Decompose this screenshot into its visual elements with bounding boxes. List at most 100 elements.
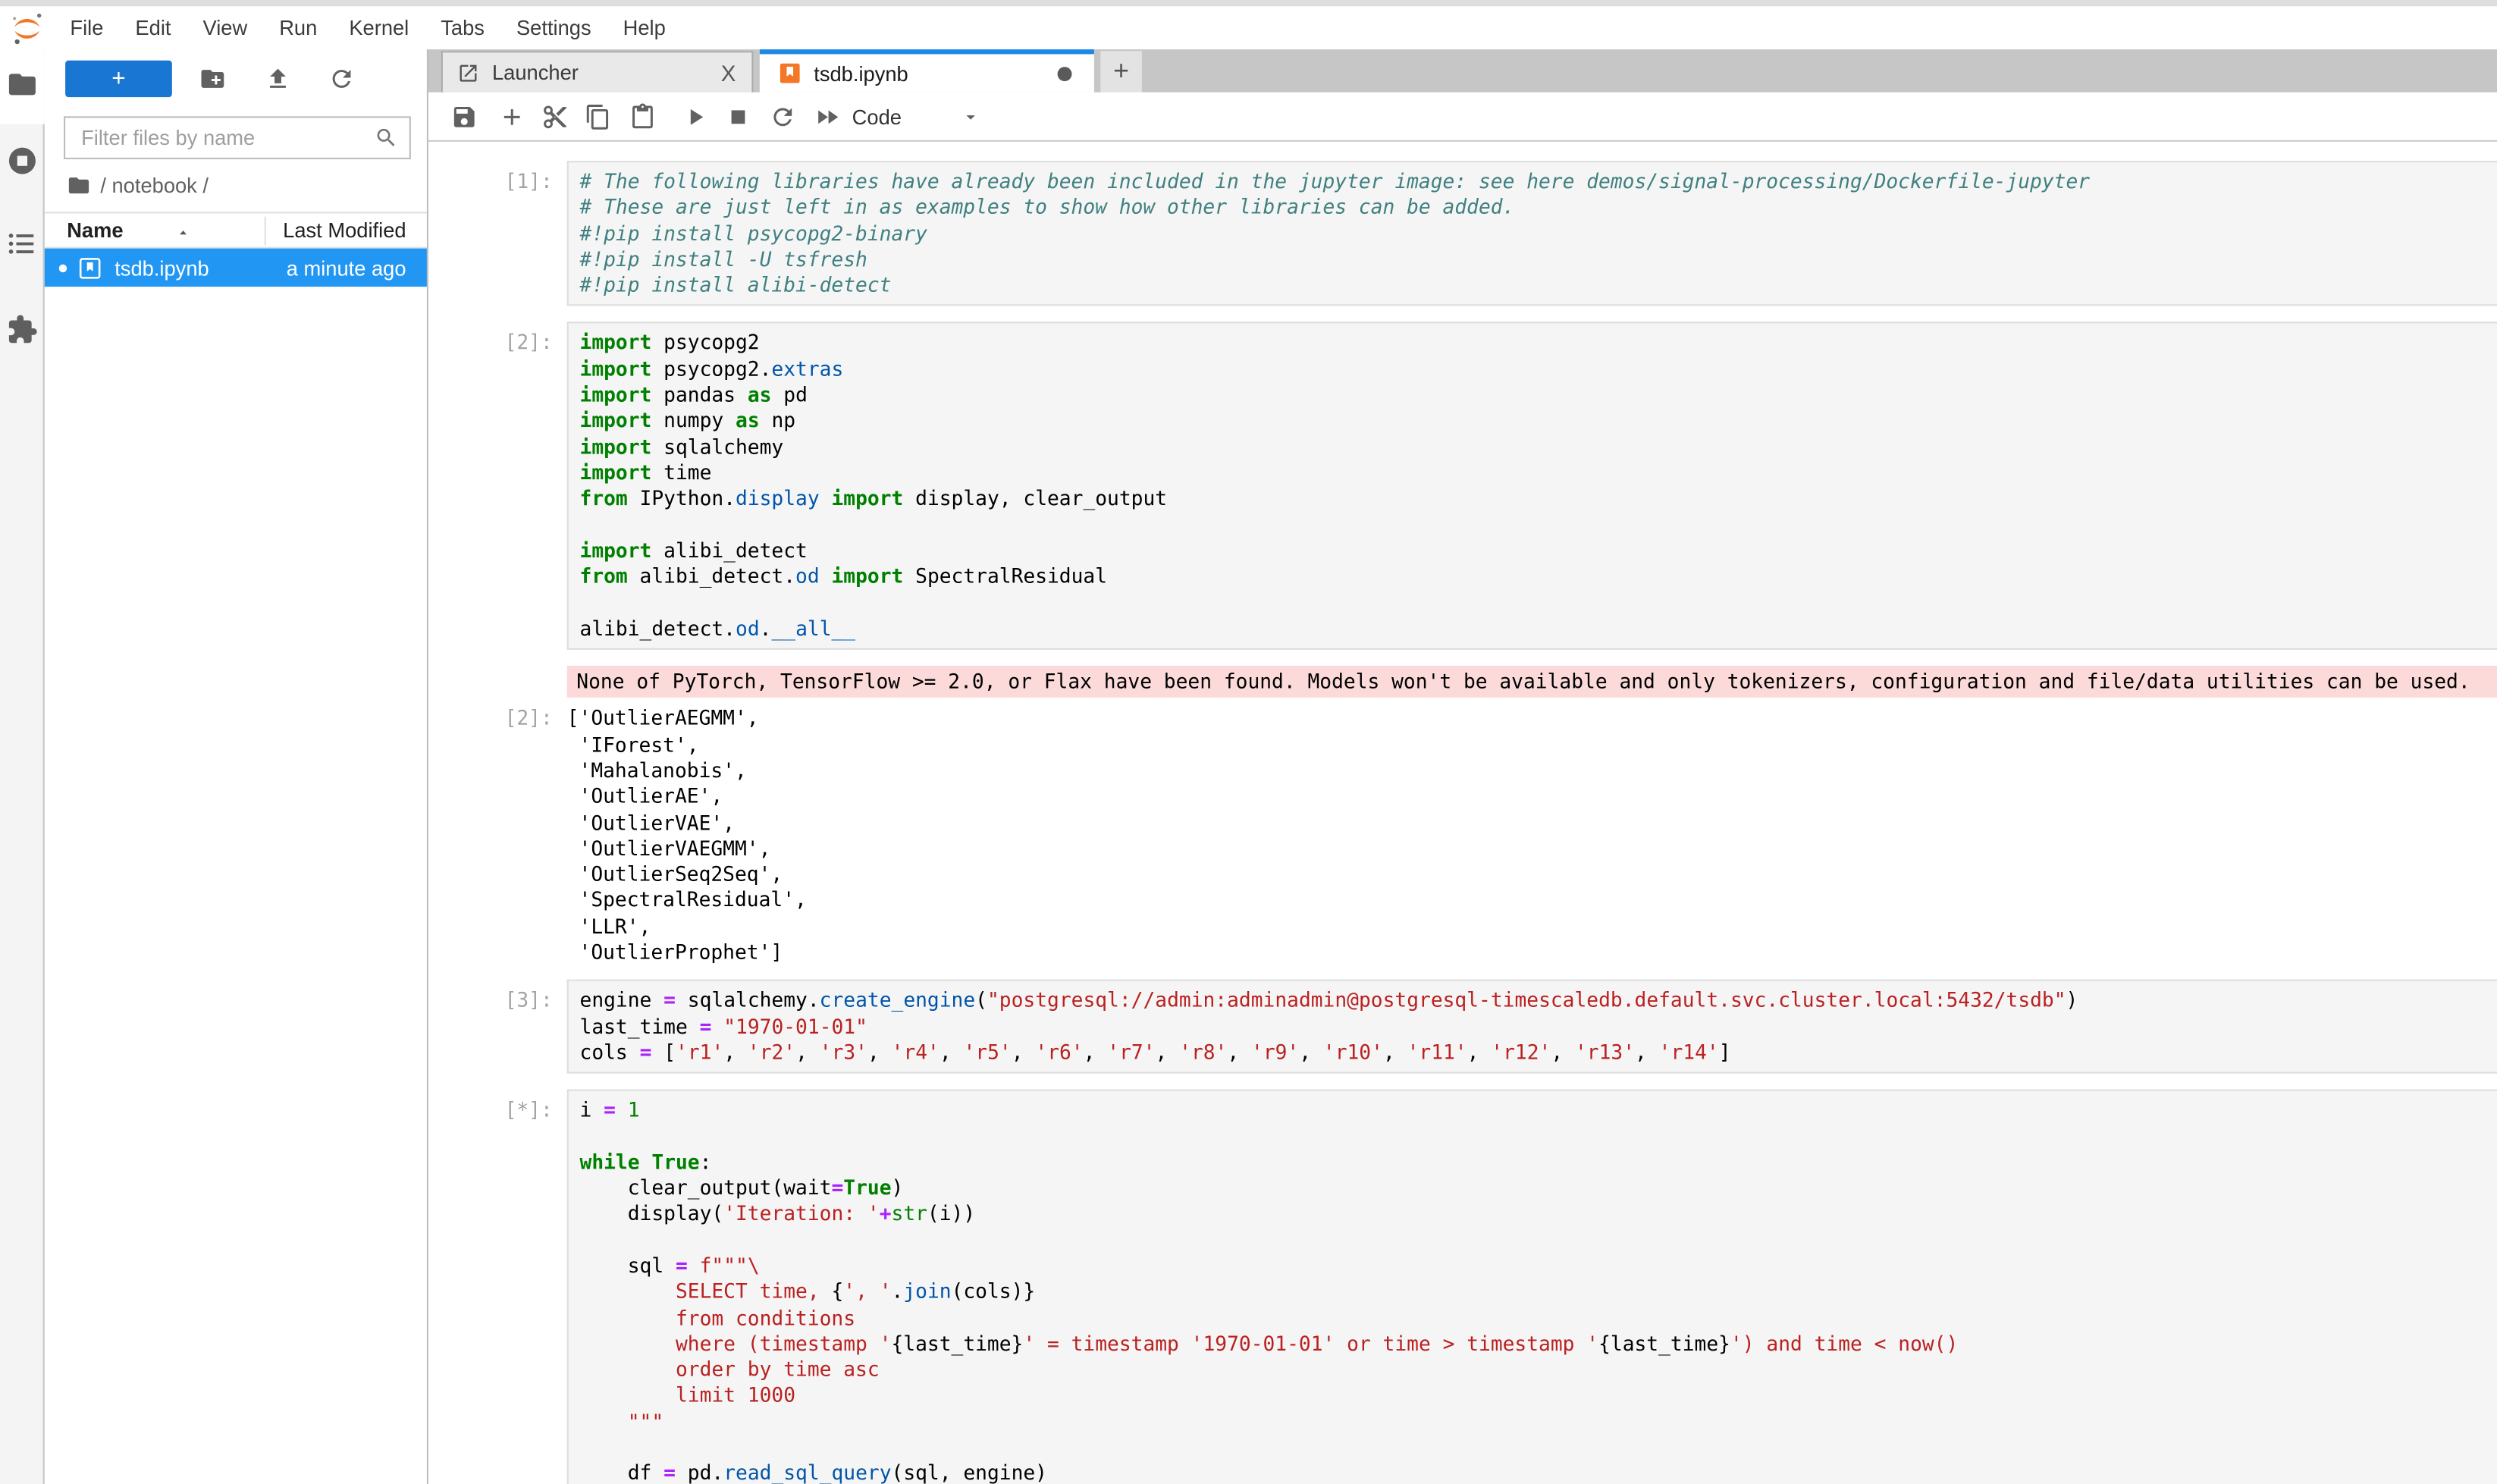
cut-cells-button[interactable]: [541, 104, 569, 131]
menu-edit[interactable]: Edit: [119, 6, 187, 49]
extensions-icon[interactable]: [6, 314, 38, 346]
run-all-button[interactable]: [814, 104, 841, 131]
column-header-modified[interactable]: Last Modified: [283, 218, 406, 243]
code-line: [580, 512, 2497, 538]
menu-kernel[interactable]: Kernel: [333, 6, 425, 49]
home-folder-icon: [67, 173, 91, 197]
code-line: while True:: [580, 1150, 2497, 1175]
menubar: FileEditViewRunKernelTabsSettingsHelp: [0, 6, 2497, 49]
launcher-tab-label: Launcher: [492, 61, 579, 85]
save-button[interactable]: [450, 104, 478, 131]
jupyter-logo-icon: [10, 11, 45, 45]
stderr-output: None of PyTorch, TensorFlow >= 2.0, or F…: [567, 666, 2497, 698]
file-filter-input[interactable]: [78, 124, 375, 152]
menu-settings[interactable]: Settings: [500, 6, 607, 49]
file-browser-icon[interactable]: [6, 68, 38, 100]
jupyterlab-window: FileEditViewRunKernelTabsSettingsHelp +: [0, 0, 2497, 1484]
menu-tabs[interactable]: Tabs: [425, 6, 500, 49]
notebook-file-icon: [78, 256, 102, 280]
code-line: where (timestamp '{last_time}' = timesta…: [580, 1332, 2497, 1357]
new-folder-button[interactable]: [199, 65, 227, 93]
window-top-strip: [0, 0, 2497, 6]
code-line: # These are just left in as examples to …: [580, 195, 2497, 221]
main-dock-panel: Launcher X tsdb.ipynb +: [428, 49, 2497, 1484]
tab-notebook[interactable]: tsdb.ipynb: [760, 49, 1094, 93]
code-line: import psycopg2.extras: [580, 356, 2497, 382]
file-browser-panel: + / notebook / Name Last Modified: [45, 49, 428, 1484]
running-kernels-icon[interactable]: [6, 145, 38, 177]
notebook-tab-icon: [779, 62, 801, 84]
column-divider: [265, 217, 266, 246]
code-line: limit 1000: [580, 1383, 2497, 1409]
tab-launcher[interactable]: Launcher X: [441, 51, 754, 93]
output-line: 'OutlierAE',: [567, 784, 2497, 810]
output-line: 'OutlierVAEGMM',: [567, 836, 2497, 861]
output-line: 'OutlierSeq2Seq',: [567, 862, 2497, 888]
menu-file[interactable]: File: [54, 6, 119, 49]
file-name: tsdb.ipynb: [114, 256, 209, 280]
run-cell-button[interactable]: [682, 104, 709, 131]
code-line: #!pip install alibi-detect: [580, 273, 2497, 299]
code-line: order by time asc: [580, 1357, 2497, 1383]
code-line: [580, 1228, 2497, 1253]
upload-button[interactable]: [265, 65, 292, 93]
menu-run[interactable]: Run: [263, 6, 333, 49]
table-of-contents-icon[interactable]: [6, 227, 38, 259]
menu-view[interactable]: View: [187, 6, 263, 49]
breadcrumb-path: / notebook /: [100, 173, 209, 197]
output-line: 'OutlierProphet']: [567, 940, 2497, 965]
new-launcher-button[interactable]: +: [65, 61, 172, 97]
paste-cells-button[interactable]: [629, 104, 657, 131]
cell-editor[interactable]: # The following libraries have already b…: [567, 161, 2497, 306]
cell-editor[interactable]: engine = sqlalchemy.create_engine("postg…: [567, 980, 2497, 1074]
code-line: from conditions: [580, 1305, 2497, 1331]
code-line: import sqlalchemy: [580, 435, 2497, 460]
restart-kernel-button[interactable]: [769, 104, 796, 131]
code-line: [580, 590, 2497, 616]
file-modified: a minute ago: [287, 256, 406, 280]
output-line: ['OutlierAEGMM',: [567, 706, 2497, 732]
cell-editor[interactable]: import psycopg2import psycopg2.extrasimp…: [567, 322, 2497, 650]
input-prompt: [2]:: [428, 322, 567, 650]
copy-cells-button[interactable]: [585, 104, 612, 131]
code-line: #!pip install -U tsfresh: [580, 246, 2497, 272]
launcher-tab-icon: [457, 61, 479, 83]
output-line: 'IForest',: [567, 732, 2497, 758]
code-line: import pandas as pd: [580, 382, 2497, 408]
cell-type-value: Code: [852, 105, 902, 129]
code-line: clear_output(wait=True): [580, 1175, 2497, 1201]
new-tab-button[interactable]: +: [1100, 51, 1142, 93]
input-prompt: [*]:: [428, 1090, 567, 1484]
code-line: alibi_detect.od.__all__: [580, 616, 2497, 642]
breadcrumb[interactable]: / notebook /: [67, 171, 209, 199]
cell-editor[interactable]: i = 1 while True: clear_output(wait=True…: [567, 1090, 2497, 1484]
interrupt-kernel-button[interactable]: [725, 104, 752, 131]
output-line: 'SpectralResidual',: [567, 888, 2497, 914]
code-cell: [1]:# The following libraries have alrea…: [428, 161, 2497, 306]
output-text: ['OutlierAEGMM', 'IForest', 'Mahalanobis…: [567, 700, 2497, 966]
code-line: #!pip install psycopg2-binary: [580, 221, 2497, 246]
file-row-selected[interactable]: tsdb.ipynb a minute ago: [45, 249, 427, 287]
column-header-name[interactable]: Name: [67, 218, 123, 243]
sidebar-icon-strip: [0, 49, 45, 1484]
file-list-header: Name Last Modified: [45, 212, 427, 248]
dock-tab-bar: Launcher X tsdb.ipynb +: [428, 49, 2497, 93]
refresh-button[interactable]: [328, 65, 356, 93]
menu-help[interactable]: Help: [607, 6, 682, 49]
file-dirty-dot: [59, 264, 67, 272]
code-line: i = 1: [580, 1098, 2497, 1124]
input-prompt: [3]:: [428, 980, 567, 1074]
close-tab-icon[interactable]: X: [721, 60, 736, 86]
code-line: import time: [580, 460, 2497, 486]
code-line: from IPython.display import display, cle…: [580, 486, 2497, 512]
chevron-down-icon[interactable]: [960, 107, 980, 127]
code-line: from alibi_detect.od import SpectralResi…: [580, 564, 2497, 590]
code-line: df = pd.read_sql_query(sql, engine): [580, 1461, 2497, 1484]
notebook-scroll-area[interactable]: [1]:# The following libraries have alrea…: [428, 142, 2497, 1484]
insert-cell-button[interactable]: [498, 104, 525, 131]
notebook-toolbar: Code: [428, 93, 2497, 142]
sort-ascending-icon: [175, 224, 191, 240]
output-line: 'OutlierVAE',: [567, 810, 2497, 836]
output-area: [2]:['OutlierAEGMM', 'IForest', 'Mahalan…: [428, 700, 2497, 966]
code-cell: [3]:engine = sqlalchemy.create_engine("p…: [428, 980, 2497, 1074]
